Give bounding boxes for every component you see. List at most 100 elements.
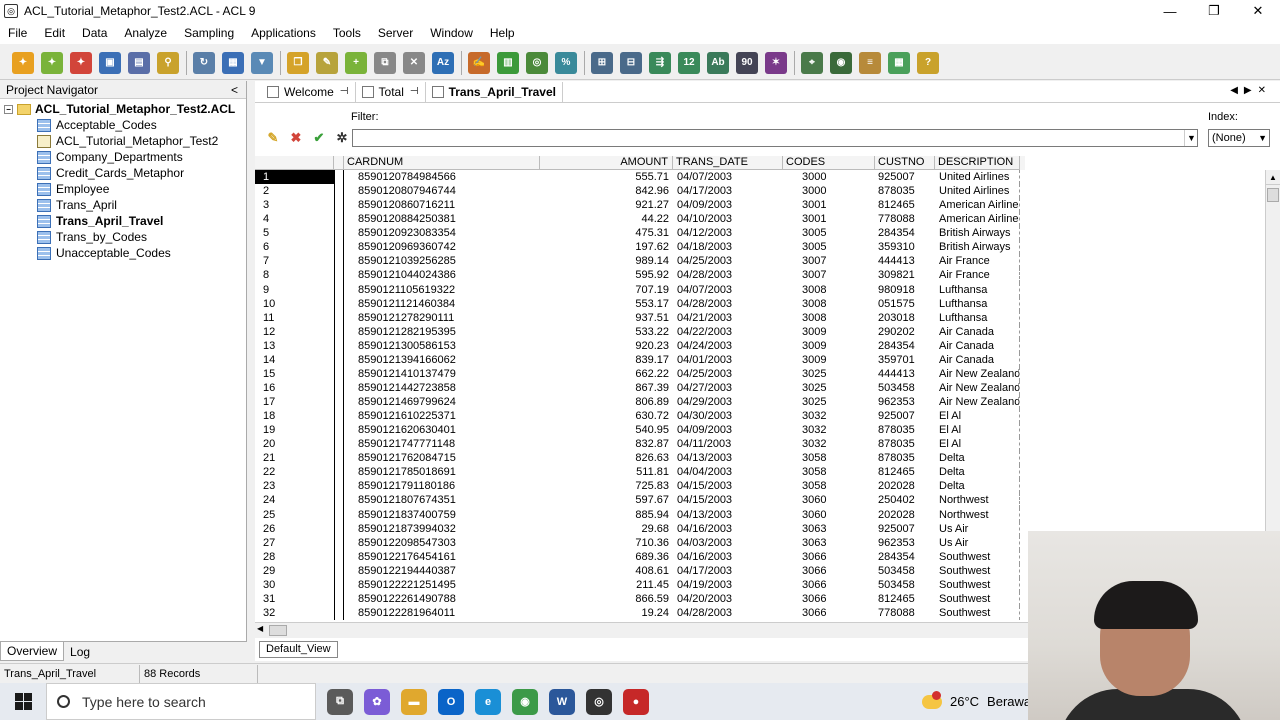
menu-sampling[interactable]: Sampling bbox=[184, 26, 234, 40]
custno-cell[interactable]: 284354 bbox=[875, 226, 935, 240]
classify-icon[interactable]: ⊞ bbox=[591, 51, 613, 74]
trans-date-cell[interactable]: 04/04/2003 bbox=[673, 465, 783, 479]
sample-icon[interactable]: ✶ bbox=[765, 51, 787, 74]
row-number[interactable]: 3 bbox=[255, 198, 334, 212]
project-root[interactable]: − ACL_Tutorial_Metaphor_Test2.ACL bbox=[0, 101, 246, 117]
trans-date-cell[interactable]: 04/16/2003 bbox=[673, 522, 783, 536]
percent-icon[interactable]: % bbox=[555, 51, 577, 74]
amount-cell[interactable]: 555.71 bbox=[540, 170, 673, 184]
cardnum-cell[interactable]: 8590121039256285 bbox=[344, 254, 540, 268]
amount-cell[interactable]: 989.14 bbox=[540, 254, 673, 268]
table-icon[interactable]: ▦ bbox=[222, 51, 244, 74]
amount-cell[interactable]: 662.22 bbox=[540, 367, 673, 381]
menu-edit[interactable]: Edit bbox=[44, 26, 65, 40]
custno-cell[interactable]: 878035 bbox=[875, 423, 935, 437]
edit-filter-icon[interactable]: ✎ bbox=[265, 130, 281, 146]
description-cell[interactable]: Lufthansa bbox=[935, 282, 1020, 297]
tree-item-unacceptable-codes[interactable]: Unacceptable_Codes bbox=[0, 245, 246, 261]
trans-date-cell[interactable]: 04/15/2003 bbox=[673, 479, 783, 493]
copy-icon[interactable]: ❐ bbox=[287, 51, 309, 74]
cardnum-cell[interactable]: 8590121442723858 bbox=[344, 381, 540, 395]
custno-cell[interactable]: 309821 bbox=[875, 268, 935, 282]
cardnum-cell[interactable]: 8590121469799624 bbox=[344, 395, 540, 409]
description-cell[interactable]: Air France bbox=[935, 268, 1020, 283]
custno-cell[interactable]: 359701 bbox=[875, 353, 935, 367]
description-cell[interactable]: Southwest bbox=[935, 591, 1020, 606]
statistics-icon[interactable]: ▥ bbox=[497, 51, 519, 74]
trans-date-cell[interactable]: 04/13/2003 bbox=[673, 451, 783, 465]
column-header-custno[interactable]: CUSTNO bbox=[875, 156, 935, 170]
menu-window[interactable]: Window bbox=[430, 26, 473, 40]
cardnum-cell[interactable]: 8590121620630401 bbox=[344, 423, 540, 437]
amount-cell[interactable]: 197.62 bbox=[540, 240, 673, 254]
row-number[interactable]: 24 bbox=[255, 493, 334, 507]
amount-cell[interactable]: 553.17 bbox=[540, 297, 673, 311]
trans-date-cell[interactable]: 04/19/2003 bbox=[673, 578, 783, 592]
table-row[interactable]: 22 8590121785018691 511.81 04/04/2003 3058 81… bbox=[255, 465, 1265, 480]
edit-layout-icon[interactable]: ⧉ bbox=[374, 51, 396, 74]
codes-cell[interactable]: 3009 bbox=[783, 353, 875, 367]
description-cell[interactable]: Delta bbox=[935, 479, 1020, 494]
column-header-amount[interactable]: AMOUNT bbox=[540, 156, 673, 170]
amount-cell[interactable]: 19.24 bbox=[540, 606, 673, 620]
amount-cell[interactable]: 595.92 bbox=[540, 268, 673, 282]
script-icon[interactable]: ✍ bbox=[468, 51, 490, 74]
row-number[interactable]: 27 bbox=[255, 536, 334, 550]
colors-icon[interactable]: ▦ bbox=[888, 51, 910, 74]
amount-cell[interactable]: 937.51 bbox=[540, 311, 673, 325]
table-row[interactable]: 14 8590121394166062 839.17 04/01/2003 3009 35… bbox=[255, 352, 1265, 367]
description-cell[interactable]: Southwest bbox=[935, 577, 1020, 592]
filter-input[interactable] bbox=[352, 129, 1198, 147]
codes-cell[interactable]: 3008 bbox=[783, 311, 875, 325]
trans-date-cell[interactable]: 04/28/2003 bbox=[673, 268, 783, 282]
table-row[interactable]: 19 8590121620630401 540.95 04/09/2003 3032 87… bbox=[255, 423, 1265, 438]
description-cell[interactable]: Lufthansa bbox=[935, 296, 1020, 311]
trans-date-cell[interactable]: 04/12/2003 bbox=[673, 226, 783, 240]
tab-total[interactable]: Total ⊣ bbox=[356, 81, 426, 102]
remove-filter-icon[interactable]: ✖ bbox=[288, 130, 304, 146]
gaps-icon[interactable]: 90 bbox=[736, 51, 758, 74]
codes-cell[interactable]: 3009 bbox=[783, 339, 875, 353]
row-number[interactable]: 30 bbox=[255, 578, 334, 592]
chevron-down-icon[interactable]: ▼ bbox=[1258, 130, 1267, 146]
column-header-cardnum[interactable]: CARDNUM bbox=[344, 156, 540, 170]
cardnum-cell[interactable]: 8590120969360742 bbox=[344, 240, 540, 254]
amount-cell[interactable]: 597.67 bbox=[540, 493, 673, 507]
amount-cell[interactable]: 211.45 bbox=[540, 578, 673, 592]
amount-cell[interactable]: 689.36 bbox=[540, 550, 673, 564]
table-row[interactable]: 17 8590121469799624 806.89 04/29/2003 3025 96… bbox=[255, 395, 1265, 410]
filter-dropdown-icon[interactable]: ▼ bbox=[1184, 130, 1198, 146]
codes-cell[interactable]: 3058 bbox=[783, 451, 875, 465]
row-number[interactable]: 1 bbox=[255, 170, 334, 185]
analyze-icon[interactable]: ⌖ bbox=[801, 51, 823, 74]
add-column-icon[interactable]: + bbox=[345, 51, 367, 74]
custno-cell[interactable]: 925007 bbox=[875, 522, 935, 536]
row-number[interactable]: 8 bbox=[255, 268, 334, 282]
custno-cell[interactable]: 202028 bbox=[875, 479, 935, 493]
apply-filter-icon[interactable]: ✔ bbox=[311, 130, 327, 146]
index-select[interactable]: (None) ▼ bbox=[1208, 129, 1270, 147]
cardnum-cell[interactable]: 8590121410137479 bbox=[344, 367, 540, 381]
table-row[interactable]: 8 8590121044024386 595.92 04/28/2003 3007 309… bbox=[255, 268, 1265, 283]
custno-cell[interactable]: 203018 bbox=[875, 311, 935, 325]
scroll-left-icon[interactable]: ◀ bbox=[257, 624, 263, 633]
trans-date-cell[interactable]: 04/07/2003 bbox=[673, 170, 783, 184]
codes-cell[interactable]: 3058 bbox=[783, 465, 875, 479]
tree-item-acl-tutorial-metaphor-test2[interactable]: ACL_Tutorial_Metaphor_Test2 bbox=[0, 133, 246, 149]
description-cell[interactable]: Air Canada bbox=[935, 324, 1020, 339]
recorder-icon[interactable]: ● bbox=[623, 688, 649, 715]
custno-cell[interactable]: 202028 bbox=[875, 508, 935, 522]
trans-date-cell[interactable]: 04/03/2003 bbox=[673, 536, 783, 550]
menu-data[interactable]: Data bbox=[82, 26, 107, 40]
start-button[interactable] bbox=[0, 683, 46, 720]
description-cell[interactable]: El Al bbox=[935, 423, 1020, 438]
table-row[interactable]: 24 8590121807674351 597.67 04/15/2003 3060 25… bbox=[255, 493, 1265, 508]
table-row[interactable]: 18 8590121610225371 630.72 04/30/2003 3032 92… bbox=[255, 409, 1265, 424]
codes-cell[interactable]: 3066 bbox=[783, 550, 875, 564]
custno-cell[interactable]: 980918 bbox=[875, 283, 935, 297]
trans-date-cell[interactable]: 04/28/2003 bbox=[673, 297, 783, 311]
description-cell[interactable]: American Airlines bbox=[935, 198, 1020, 213]
trans-date-cell[interactable]: 04/30/2003 bbox=[673, 409, 783, 423]
row-number[interactable]: 6 bbox=[255, 240, 334, 254]
amount-cell[interactable]: 533.22 bbox=[540, 325, 673, 339]
